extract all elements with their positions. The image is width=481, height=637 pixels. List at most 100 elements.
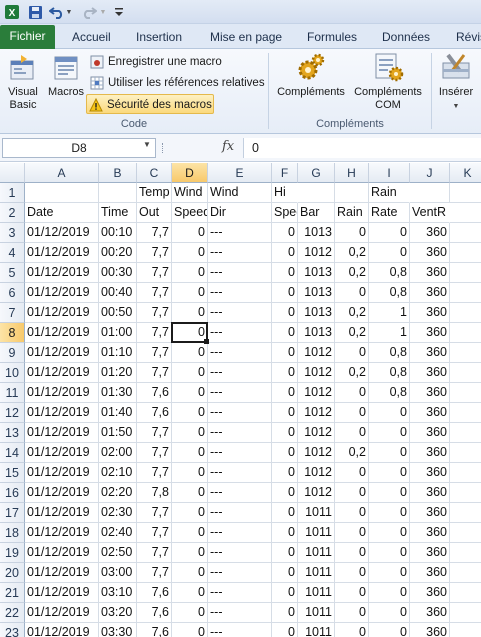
cell-c10[interactable]: 7,7 bbox=[137, 363, 172, 383]
cell-g19[interactable]: 1011 bbox=[298, 543, 335, 563]
cell-k23[interactable] bbox=[450, 623, 481, 637]
row-header-18[interactable]: 18 bbox=[0, 523, 25, 543]
cell-e23[interactable]: --- bbox=[208, 623, 272, 637]
formula-input[interactable]: 0 bbox=[243, 138, 481, 158]
cell-d13[interactable]: 0 bbox=[172, 423, 208, 443]
cell-k19[interactable] bbox=[450, 543, 481, 563]
row-header-4[interactable]: 4 bbox=[0, 243, 25, 263]
cell-j23[interactable]: 360 bbox=[410, 623, 450, 637]
cell-e21[interactable]: --- bbox=[208, 583, 272, 603]
cell-k6[interactable] bbox=[450, 283, 481, 303]
cell-e14[interactable]: --- bbox=[208, 443, 272, 463]
cell-g21[interactable]: 1011 bbox=[298, 583, 335, 603]
row-header-13[interactable]: 13 bbox=[0, 423, 25, 443]
column-header-h[interactable]: H bbox=[335, 163, 369, 183]
cell-c3[interactable]: 7,7 bbox=[137, 223, 172, 243]
cell-i3[interactable]: 0 bbox=[369, 223, 410, 243]
tab-page-layout[interactable]: Mise en page bbox=[210, 26, 282, 48]
cell-h15[interactable]: 0 bbox=[335, 463, 369, 483]
cell-a22[interactable]: 01/12/2019 bbox=[25, 603, 99, 623]
macro-security-button[interactable]: Sécurité des macros bbox=[86, 94, 214, 114]
cell-d7[interactable]: 0 bbox=[172, 303, 208, 323]
cell-c4[interactable]: 7,7 bbox=[137, 243, 172, 263]
cell-j2[interactable]: VentR bbox=[410, 203, 450, 223]
cell-c18[interactable]: 7,7 bbox=[137, 523, 172, 543]
cell-f9[interactable]: 0 bbox=[272, 343, 298, 363]
row-header-23[interactable]: 23 bbox=[0, 623, 25, 637]
cell-a13[interactable]: 01/12/2019 bbox=[25, 423, 99, 443]
cell-h18[interactable]: 0 bbox=[335, 523, 369, 543]
cell-d23[interactable]: 0 bbox=[172, 623, 208, 637]
cell-b6[interactable]: 00:40 bbox=[99, 283, 137, 303]
cell-g6[interactable]: 1013 bbox=[298, 283, 335, 303]
cell-d18[interactable]: 0 bbox=[172, 523, 208, 543]
select-all-corner[interactable] bbox=[0, 163, 25, 183]
cell-k13[interactable] bbox=[450, 423, 481, 443]
cell-c23[interactable]: 7,6 bbox=[137, 623, 172, 637]
cell-d3[interactable]: 0 bbox=[172, 223, 208, 243]
cell-h7[interactable]: 0,2 bbox=[335, 303, 369, 323]
tab-formulas[interactable]: Formules bbox=[307, 26, 357, 48]
cell-f10[interactable]: 0 bbox=[272, 363, 298, 383]
tab-review[interactable]: Révis bbox=[456, 26, 481, 48]
cell-a5[interactable]: 01/12/2019 bbox=[25, 263, 99, 283]
fill-handle[interactable] bbox=[204, 339, 209, 344]
cell-h14[interactable]: 0,2 bbox=[335, 443, 369, 463]
cell-i5[interactable]: 0,8 bbox=[369, 263, 410, 283]
cell-j21[interactable]: 360 bbox=[410, 583, 450, 603]
cell-i12[interactable]: 0 bbox=[369, 403, 410, 423]
cell-f17[interactable]: 0 bbox=[272, 503, 298, 523]
cell-i22[interactable]: 0 bbox=[369, 603, 410, 623]
cell-i9[interactable]: 0,8 bbox=[369, 343, 410, 363]
cell-k17[interactable] bbox=[450, 503, 481, 523]
cell-d9[interactable]: 0 bbox=[172, 343, 208, 363]
cell-f2[interactable]: Speed bbox=[272, 203, 298, 223]
cell-e1[interactable]: Wind bbox=[208, 183, 272, 203]
row-header-1[interactable]: 1 bbox=[0, 183, 25, 203]
cell-k2[interactable] bbox=[450, 203, 481, 223]
cell-i19[interactable]: 0 bbox=[369, 543, 410, 563]
row-header-7[interactable]: 7 bbox=[0, 303, 25, 323]
cell-b2[interactable]: Time bbox=[99, 203, 137, 223]
cell-i11[interactable]: 0,8 bbox=[369, 383, 410, 403]
cell-c12[interactable]: 7,6 bbox=[137, 403, 172, 423]
cell-f7[interactable]: 0 bbox=[272, 303, 298, 323]
cell-e8[interactable]: --- bbox=[208, 323, 272, 343]
cell-j10[interactable]: 360 bbox=[410, 363, 450, 383]
cell-k4[interactable] bbox=[450, 243, 481, 263]
cell-a14[interactable]: 01/12/2019 bbox=[25, 443, 99, 463]
cell-a9[interactable]: 01/12/2019 bbox=[25, 343, 99, 363]
cell-e2[interactable]: Dir bbox=[208, 203, 272, 223]
cell-i17[interactable]: 0 bbox=[369, 503, 410, 523]
cell-a10[interactable]: 01/12/2019 bbox=[25, 363, 99, 383]
cell-b20[interactable]: 03:00 bbox=[99, 563, 137, 583]
cell-a6[interactable]: 01/12/2019 bbox=[25, 283, 99, 303]
column-header-e[interactable]: E bbox=[208, 163, 272, 183]
cell-j5[interactable]: 360 bbox=[410, 263, 450, 283]
cell-h3[interactable]: 0 bbox=[335, 223, 369, 243]
cell-h22[interactable]: 0 bbox=[335, 603, 369, 623]
cell-k12[interactable] bbox=[450, 403, 481, 423]
cell-h21[interactable]: 0 bbox=[335, 583, 369, 603]
cell-b10[interactable]: 01:20 bbox=[99, 363, 137, 383]
formula-bar-divider[interactable] bbox=[162, 143, 164, 153]
visual-basic-button[interactable]: Visual Basic bbox=[2, 51, 44, 112]
cell-f18[interactable]: 0 bbox=[272, 523, 298, 543]
cell-b17[interactable]: 02:30 bbox=[99, 503, 137, 523]
row-header-9[interactable]: 9 bbox=[0, 343, 25, 363]
tab-file[interactable]: Fichier bbox=[0, 25, 55, 49]
cell-e18[interactable]: --- bbox=[208, 523, 272, 543]
cell-f8[interactable]: 0 bbox=[272, 323, 298, 343]
cell-i10[interactable]: 0,8 bbox=[369, 363, 410, 383]
cell-g9[interactable]: 1012 bbox=[298, 343, 335, 363]
cell-e17[interactable]: --- bbox=[208, 503, 272, 523]
cell-a12[interactable]: 01/12/2019 bbox=[25, 403, 99, 423]
cell-d10[interactable]: 0 bbox=[172, 363, 208, 383]
cell-g3[interactable]: 1013 bbox=[298, 223, 335, 243]
cell-d6[interactable]: 0 bbox=[172, 283, 208, 303]
cell-e3[interactable]: --- bbox=[208, 223, 272, 243]
cell-d14[interactable]: 0 bbox=[172, 443, 208, 463]
cell-f16[interactable]: 0 bbox=[272, 483, 298, 503]
cell-i6[interactable]: 0,8 bbox=[369, 283, 410, 303]
cell-c11[interactable]: 7,6 bbox=[137, 383, 172, 403]
